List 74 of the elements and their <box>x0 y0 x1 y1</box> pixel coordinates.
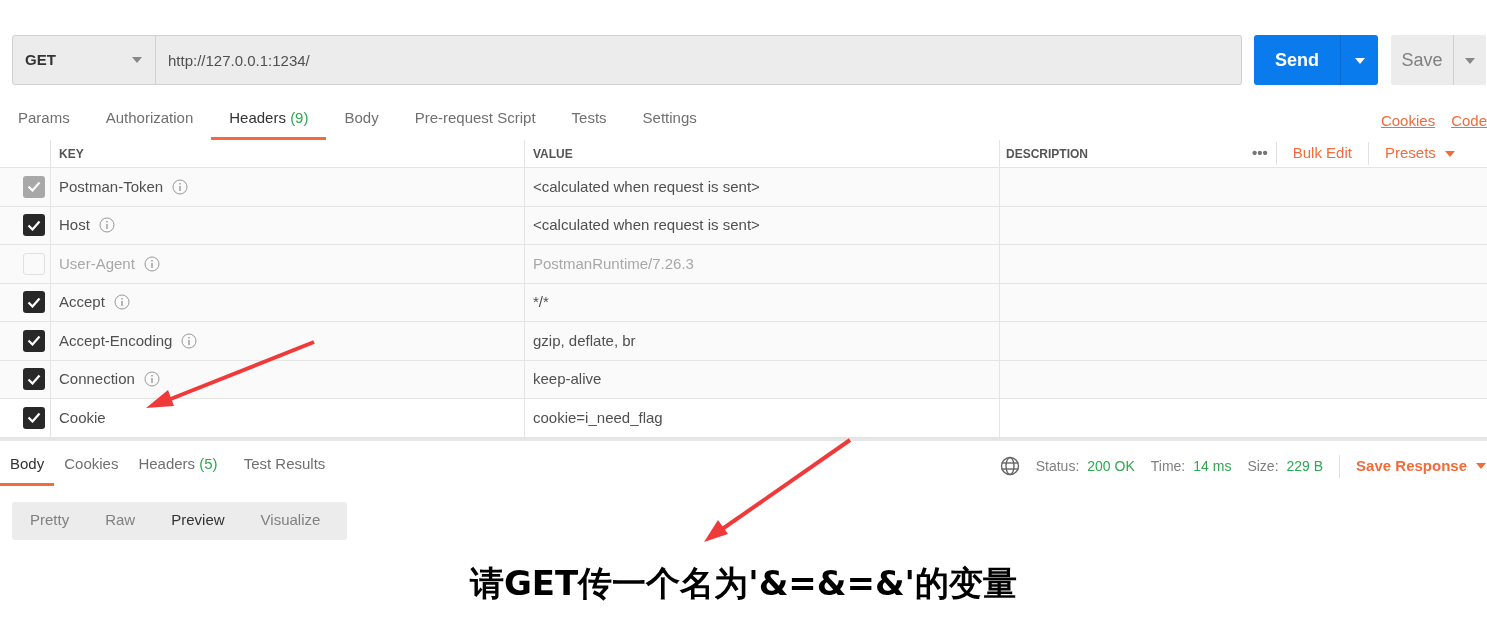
stat-label: Size: <box>1247 456 1279 476</box>
save-button[interactable]: Save <box>1391 35 1453 85</box>
info-icon[interactable] <box>143 371 160 388</box>
check-icon <box>27 412 41 424</box>
tab[interactable]: Headers (9) <box>211 106 327 140</box>
tab[interactable]: Cookies <box>54 453 129 486</box>
check-icon <box>27 219 41 231</box>
send-button[interactable]: Send <box>1254 35 1340 85</box>
tab[interactable]: Headers (5) <box>128 453 228 486</box>
checkbox[interactable] <box>23 406 45 429</box>
tab[interactable]: Params <box>0 106 88 140</box>
header-value: */* <box>533 292 549 312</box>
view-tab[interactable]: Visualize <box>242 509 339 532</box>
check-icon <box>27 373 41 385</box>
view-tab[interactable]: Preview <box>153 509 243 532</box>
tab[interactable]: Settings <box>624 106 715 140</box>
tab[interactable]: Body <box>326 106 397 140</box>
caret-icon <box>1475 462 1487 471</box>
header-value: cookie=i_need_flag <box>533 407 663 428</box>
caret-icon <box>131 56 143 64</box>
header-value: gzip, deflate, br <box>533 330 636 351</box>
view-tab[interactable]: Pretty <box>12 509 88 532</box>
check-icon <box>27 335 41 347</box>
column-header: VALUE <box>533 145 573 163</box>
header-key: Connection <box>59 368 135 391</box>
header-key: Host <box>59 214 90 237</box>
caret-icon <box>1353 56 1366 65</box>
column-header: KEY <box>59 145 84 163</box>
globe-icon <box>999 456 1020 477</box>
checkbox[interactable] <box>23 291 45 314</box>
header-value: <calculated when request is sent> <box>533 176 760 197</box>
info-icon[interactable] <box>98 217 115 234</box>
stat-value: 229 B <box>1286 456 1324 476</box>
header-key: Cookie <box>59 406 106 429</box>
link[interactable]: Cookies <box>1380 109 1436 140</box>
stat-value: 14 ms <box>1193 456 1232 476</box>
header-value: PostmanRuntime/7.26.3 <box>533 253 694 274</box>
checkbox[interactable] <box>23 214 45 237</box>
save-options-button[interactable] <box>1453 35 1486 85</box>
preview-text: 请GET传一个名为'&=&=&'的变量 <box>468 561 1019 605</box>
checkbox[interactable] <box>23 368 45 391</box>
info-icon[interactable] <box>113 294 130 311</box>
tab[interactable]: Body <box>0 453 55 486</box>
tab[interactable]: Pre-request Script <box>396 106 554 140</box>
caret-icon <box>1464 56 1476 65</box>
caret-icon <box>1443 149 1456 158</box>
link[interactable]: Code <box>1451 109 1487 140</box>
more-icon[interactable]: ••• <box>1252 142 1268 165</box>
send-options-button[interactable] <box>1340 35 1378 85</box>
checkbox[interactable] <box>23 252 45 275</box>
stat-label: Status: <box>1035 456 1080 476</box>
method-dropdown[interactable]: GET <box>12 35 156 85</box>
view-tab[interactable]: Raw <box>87 509 154 532</box>
tab[interactable]: Test Results <box>233 453 336 486</box>
checkbox[interactable] <box>23 329 45 352</box>
column-header: DESCRIPTION <box>1006 145 1088 163</box>
presets-dropdown[interactable]: Presets <box>1368 142 1456 165</box>
check-icon <box>27 181 41 193</box>
save-response-dropdown[interactable]: Save Response <box>1339 455 1487 478</box>
info-icon[interactable] <box>143 255 160 272</box>
tab[interactable]: Authorization <box>87 106 212 140</box>
bulk-edit-link[interactable]: Bulk Edit <box>1275 142 1369 165</box>
header-key: User-Agent <box>59 252 135 275</box>
info-icon[interactable] <box>181 332 198 349</box>
tab[interactable]: Tests <box>553 106 625 140</box>
header-key: Accept <box>59 291 105 314</box>
stat-label: Time: <box>1150 456 1186 476</box>
header-key: Accept-Encoding <box>59 329 173 352</box>
check-icon <box>27 296 41 308</box>
stat-value: 200 OK <box>1087 456 1135 476</box>
header-key: Postman-Token <box>59 175 164 198</box>
url-field[interactable]: http://127.0.0.1:1234/ <box>156 35 1242 85</box>
header-value: <calculated when request is sent> <box>533 215 760 235</box>
header-value: keep-alive <box>533 369 602 389</box>
